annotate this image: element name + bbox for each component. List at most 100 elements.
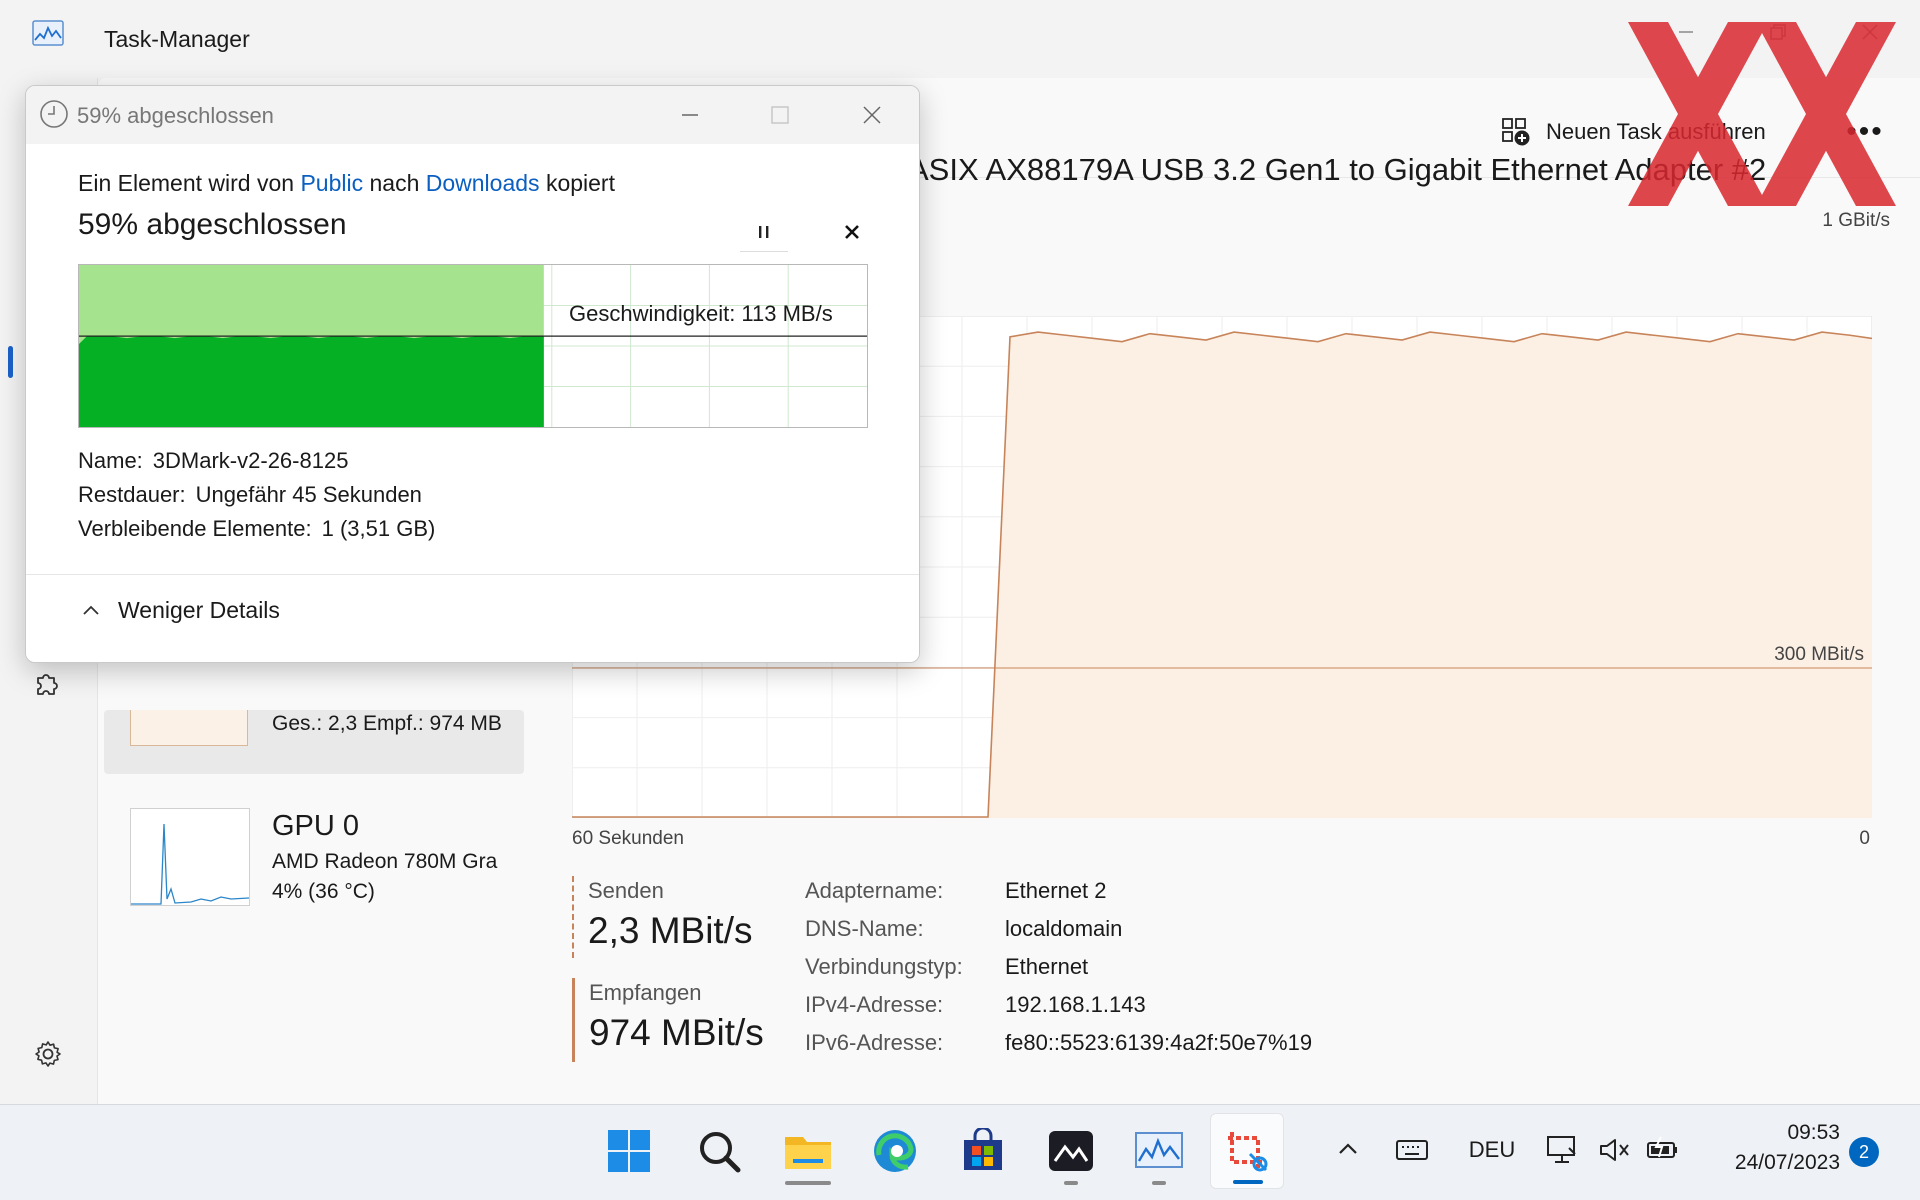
dialog-title: 59% abgeschlossen <box>77 103 274 128</box>
dialog-body: Ein Element wird von Public nach Downloa… <box>26 144 919 574</box>
volume-muted-icon <box>1600 1139 1629 1161</box>
taskbar-file-explorer[interactable] <box>771 1113 845 1189</box>
receive-label: Empfangen <box>589 980 702 1005</box>
cancel-copy-button[interactable] <box>832 212 872 252</box>
network-tray-button[interactable] <box>1540 1125 1584 1175</box>
close-icon <box>863 106 881 124</box>
gpu-usage: 4% (36 °C) <box>272 880 375 903</box>
less-details-button[interactable]: Weniger Details <box>80 597 280 624</box>
battery-charging-icon <box>1647 1136 1677 1158</box>
puzzle-icon <box>37 674 58 695</box>
send-label: Senden <box>588 878 664 903</box>
task-manager-icon <box>32 20 64 46</box>
running-indicator <box>785 1181 831 1185</box>
chevron-up-icon <box>83 605 99 615</box>
remaining-value: Ungefähr 45 Sekunden <box>195 482 422 507</box>
copy-middle: nach <box>369 170 420 196</box>
info-name-row: Name: 3DMark-v2-26-8125 <box>78 448 348 474</box>
keyboard-icon <box>1396 1140 1428 1160</box>
windows-logo-icon <box>608 1130 650 1172</box>
prop-key: Adaptername: <box>805 878 944 903</box>
nav-item-services[interactable] <box>30 664 66 700</box>
dialog-minimize-button[interactable] <box>660 94 720 136</box>
ethernet-thumbnail <box>130 710 248 746</box>
send-value: 2,3 MBit/s <box>588 910 753 951</box>
maximize-icon <box>771 106 789 124</box>
perf-item-gpu[interactable]: GPU 0 AMD Radeon 780M Gra 4% (36 °C) <box>104 808 524 918</box>
battery-tray-button[interactable] <box>1640 1125 1686 1175</box>
copy-description: Ein Element wird von Public nach Downloa… <box>78 170 615 197</box>
dialog-footer: Weniger Details <box>26 574 919 662</box>
gear-icon <box>35 1041 61 1067</box>
chevron-up-icon <box>1339 1143 1357 1154</box>
prop-value: 192.168.1.143 <box>1005 992 1146 1017</box>
taskbar-app-mail[interactable] <box>1034 1113 1108 1189</box>
prop-key: Verbindungstyp: <box>805 954 963 979</box>
window-title: Task-Manager <box>104 26 250 52</box>
ethernet-summary: Ges.: 2,3 Empf.: 974 MB <box>272 712 502 735</box>
graph-time-label: 60 Sekunden <box>572 828 684 849</box>
progress-throughput-area <box>79 336 544 427</box>
pause-button[interactable] <box>740 212 788 252</box>
prop-key: IPv4-Adresse: <box>805 992 944 1017</box>
prop-key: DNS-Name: <box>805 916 924 941</box>
prop-value: fe80::5523:6139:4a2f:50e7%19 <box>1005 1030 1313 1055</box>
progress-percent: 59% abgeschlossen <box>78 208 347 241</box>
store-icon <box>964 1128 1002 1170</box>
clock-icon <box>40 100 68 128</box>
gpu-mini-graph <box>131 823 250 905</box>
taskbar-start-button[interactable] <box>592 1113 666 1189</box>
items-key: Verbleibende Elemente: <box>78 516 312 541</box>
prop-value: localdomain <box>1005 916 1123 941</box>
prop-key: IPv6-Adresse: <box>805 1030 944 1055</box>
notification-badge[interactable]: 2 <box>1849 1137 1879 1167</box>
active-indicator <box>1233 1180 1263 1184</box>
taskbar-clock[interactable]: 09:53 24/07/2023 <box>1700 1121 1840 1175</box>
copy-suffix: kopiert <box>545 170 615 196</box>
volume-tray-button[interactable] <box>1592 1125 1636 1175</box>
show-hidden-icons-button[interactable] <box>1328 1125 1368 1175</box>
receive-stat: Empfangen 974 MBit/s <box>572 978 764 1062</box>
graph-max-label: 1 GBit/s <box>1822 210 1890 231</box>
dialog-maximize-button[interactable] <box>750 94 810 136</box>
copy-speed-graph <box>78 264 868 428</box>
destination-link[interactable]: Downloads <box>426 170 540 196</box>
snipping-tool-icon <box>1228 1132 1268 1172</box>
speed-label: Geschwindigkeit: 113 MB/s <box>569 301 833 326</box>
taskbar-edge[interactable] <box>858 1113 932 1189</box>
receive-value: 974 MBit/s <box>589 1012 764 1053</box>
clock-time: 09:53 <box>1787 1121 1840 1144</box>
taskbar-store[interactable] <box>946 1113 1020 1189</box>
clock-date: 24/07/2023 <box>1734 1151 1840 1174</box>
close-icon <box>845 225 859 239</box>
items-value: 1 (3,51 GB) <box>321 516 436 541</box>
input-language[interactable]: DEU <box>1462 1125 1522 1175</box>
prop-value: Ethernet <box>1005 954 1089 979</box>
taskbar-task-manager[interactable] <box>1122 1113 1196 1189</box>
search-icon <box>700 1132 741 1173</box>
folder-icon <box>785 1137 831 1169</box>
keyboard-tray-button[interactable] <box>1390 1125 1434 1175</box>
name-key: Name: <box>78 448 143 473</box>
dialog-close-button[interactable] <box>842 94 902 136</box>
source-link[interactable]: Public <box>300 170 363 196</box>
nav-selection-indicator <box>8 346 13 378</box>
send-stat: Senden 2,3 MBit/s <box>572 876 753 958</box>
taskbar-snipping-tool[interactable] <box>1210 1113 1284 1189</box>
prop-value: Ethernet 2 <box>1005 878 1107 903</box>
copy-prefix: Ein Element wird von <box>78 170 295 196</box>
app-icon <box>1049 1131 1093 1171</box>
perf-item-ethernet[interactable]: Ges.: 2,3 Empf.: 974 MB <box>104 710 524 774</box>
taskbar-search-button[interactable] <box>682 1113 756 1189</box>
copy-progress-dialog: 59% abgeschlossen Ein Element wird von P… <box>25 85 920 663</box>
running-indicator <box>1152 1181 1166 1185</box>
minimize-icon <box>682 114 698 116</box>
task-manager-icon <box>1135 1132 1183 1168</box>
nav-item-settings[interactable] <box>30 1036 66 1072</box>
graph-mid-label: 300 MBit/s <box>1774 644 1864 665</box>
watermark-logo <box>1628 22 1896 206</box>
gpu-thumbnail <box>130 808 250 906</box>
graph-zero-label: 0 <box>1859 828 1870 849</box>
new-task-icon <box>1502 118 1530 146</box>
info-remaining-row: Restdauer: Ungefähr 45 Sekunden <box>78 482 422 508</box>
